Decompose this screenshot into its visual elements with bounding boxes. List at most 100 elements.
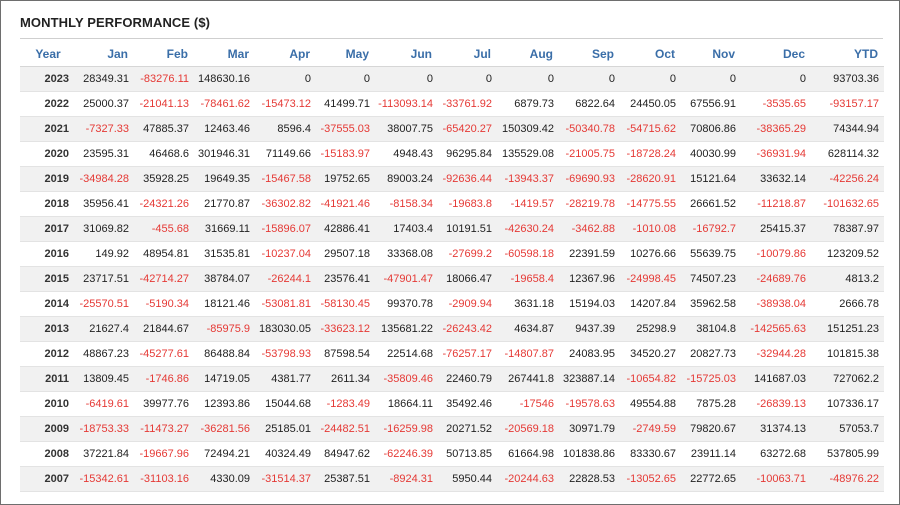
month-value-cell: 6822.64 (559, 91, 620, 117)
month-value-cell: -83276.11 (134, 66, 194, 92)
month-value-cell: 23717.51 (76, 266, 134, 292)
month-value-cell: 84947.62 (316, 441, 375, 467)
month-value-cell: 0 (559, 66, 620, 92)
month-value-cell: 0 (438, 66, 497, 92)
column-header-ytd: YTD (811, 41, 884, 67)
table-row: 2020 23595.31 46468.6 301946.31 71149.66 -151… (20, 141, 884, 167)
month-value-cell: -8158.34 (375, 191, 438, 217)
month-value-cell: 31669.11 (194, 216, 255, 242)
month-value-cell: -13943.37 (497, 166, 559, 192)
month-value-cell: 31374.13 (741, 416, 811, 442)
month-value-cell: 50713.85 (438, 441, 497, 467)
month-value-cell: 29507.18 (316, 241, 375, 267)
month-value-cell: -58130.45 (316, 291, 375, 317)
month-value-cell: 14207.84 (620, 291, 681, 317)
table-row: 2016 149.92 48954.81 31535.81 -10237.04 29507… (20, 241, 884, 267)
month-value-cell: 12367.96 (559, 266, 620, 292)
month-value-cell: 301946.31 (194, 141, 255, 167)
header-row: Year Jan Feb Mar Apr May Jun Jul Aug Sep… (20, 41, 884, 67)
ytd-cell: 123209.52 (811, 241, 884, 267)
month-value-cell: -10079.86 (741, 241, 811, 267)
month-value-cell: 47885.37 (134, 116, 194, 142)
month-value-cell: 71149.66 (255, 141, 316, 167)
month-value-cell: 7875.28 (681, 391, 741, 417)
month-value-cell: -455.68 (134, 216, 194, 242)
month-value-cell: 63272.68 (741, 441, 811, 467)
month-value-cell: -24998.45 (620, 266, 681, 292)
column-header-may: May (316, 41, 375, 67)
month-value-cell: 22828.53 (559, 466, 620, 492)
year-cell: 2021 (20, 116, 76, 142)
column-header-jun: Jun (375, 41, 438, 67)
month-value-cell: 135529.08 (497, 141, 559, 167)
month-value-cell: 39977.76 (134, 391, 194, 417)
column-header-jan: Jan (76, 41, 134, 67)
month-value-cell: 83330.67 (620, 441, 681, 467)
month-value-cell: 3631.18 (497, 291, 559, 317)
month-value-cell: 14719.05 (194, 366, 255, 392)
month-value-cell: -11218.87 (741, 191, 811, 217)
month-value-cell: 135681.22 (375, 316, 438, 342)
month-value-cell: 24083.95 (559, 341, 620, 367)
ytd-cell: 93703.36 (811, 66, 884, 92)
month-value-cell: 33368.08 (375, 241, 438, 267)
column-header-nov: Nov (681, 41, 741, 67)
month-value-cell: 79820.67 (681, 416, 741, 442)
month-value-cell: 15194.03 (559, 291, 620, 317)
month-value-cell: -16259.98 (375, 416, 438, 442)
month-value-cell: 35962.58 (681, 291, 741, 317)
month-value-cell: 22514.68 (375, 341, 438, 367)
column-header-sep: Sep (559, 41, 620, 67)
month-value-cell: 0 (681, 66, 741, 92)
month-value-cell: -15342.61 (76, 466, 134, 492)
month-value-cell: 40324.49 (255, 441, 316, 467)
month-value-cell: 0 (375, 66, 438, 92)
month-value-cell: -14807.87 (497, 341, 559, 367)
month-value-cell: 141687.03 (741, 366, 811, 392)
month-value-cell: -15183.97 (316, 141, 375, 167)
month-value-cell: 67556.91 (681, 91, 741, 117)
month-value-cell: 26661.52 (681, 191, 741, 217)
month-value-cell: 10191.51 (438, 216, 497, 242)
table-row: 2022 25000.37 -21041.13 -78461.62 -15473.12 4… (20, 91, 884, 117)
title-divider (20, 38, 883, 39)
month-value-cell: 49554.88 (620, 391, 681, 417)
month-value-cell: 61664.98 (497, 441, 559, 467)
table-row: 2008 37221.84 -19667.96 72494.21 40324.49 849… (20, 441, 884, 467)
month-value-cell: 148630.16 (194, 66, 255, 92)
month-value-cell: 96295.84 (438, 141, 497, 167)
column-header-apr: Apr (255, 41, 316, 67)
ytd-cell: 151251.23 (811, 316, 884, 342)
month-value-cell: 70806.86 (681, 116, 741, 142)
month-value-cell: -28620.91 (620, 166, 681, 192)
table-header: Year Jan Feb Mar Apr May Jun Jul Aug Sep… (20, 41, 884, 67)
month-value-cell: -33761.92 (438, 91, 497, 117)
monthly-performance-table: Year Jan Feb Mar Apr May Jun Jul Aug Sep… (20, 41, 884, 492)
ytd-cell: 2666.78 (811, 291, 884, 317)
month-value-cell: 4634.87 (497, 316, 559, 342)
month-value-cell: 31069.82 (76, 216, 134, 242)
month-value-cell: 2611.34 (316, 366, 375, 392)
month-value-cell: -53081.81 (255, 291, 316, 317)
month-value-cell: -13052.65 (620, 466, 681, 492)
month-value-cell: -45277.61 (134, 341, 194, 367)
month-value-cell: -17546 (497, 391, 559, 417)
ytd-cell: -48976.22 (811, 466, 884, 492)
month-value-cell: -5190.34 (134, 291, 194, 317)
ytd-cell: 78387.97 (811, 216, 884, 242)
month-value-cell: 15044.68 (255, 391, 316, 417)
month-value-cell: 9437.39 (559, 316, 620, 342)
month-value-cell: -2909.94 (438, 291, 497, 317)
month-value-cell: 0 (741, 66, 811, 92)
month-value-cell: 0 (497, 66, 559, 92)
month-value-cell: 323887.14 (559, 366, 620, 392)
month-value-cell: -38365.29 (741, 116, 811, 142)
table-row: 2007 -15342.61 -31103.16 4330.09 -31514.37 25… (20, 466, 884, 492)
month-value-cell: -10063.71 (741, 466, 811, 492)
month-value-cell: -53798.93 (255, 341, 316, 367)
month-value-cell: 34520.27 (620, 341, 681, 367)
month-value-cell: -31103.16 (134, 466, 194, 492)
month-value-cell: 38784.07 (194, 266, 255, 292)
year-cell: 2011 (20, 366, 76, 392)
year-cell: 2019 (20, 166, 76, 192)
